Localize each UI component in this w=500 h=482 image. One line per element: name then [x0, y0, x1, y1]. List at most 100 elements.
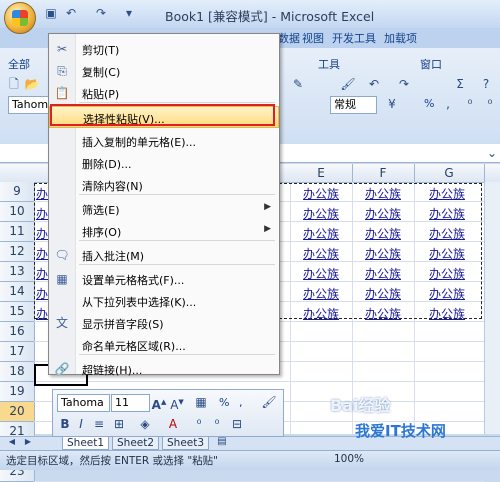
menu-item-label: 筛选(E) — [82, 204, 120, 217]
row-header[interactable]: 19 — [0, 382, 35, 402]
row-header[interactable]: 11 — [0, 222, 35, 242]
row-header[interactable]: 13 — [0, 262, 35, 282]
open-icon[interactable]: 📂 — [24, 76, 40, 92]
font-color-icon[interactable]: A — [165, 416, 181, 432]
row-header[interactable]: 17 — [0, 342, 35, 362]
tab-data[interactable]: 数据 — [278, 31, 300, 47]
menu-separator — [79, 194, 275, 195]
decrease-decimal-mini-icon[interactable]: ⁰ — [209, 416, 225, 432]
expand-formula-icon[interactable]: ⌄ — [484, 145, 500, 161]
increase-decimal-icon[interactable]: ⁰ — [462, 96, 478, 112]
zoom-level[interactable]: 100% — [334, 453, 364, 465]
menu-separator — [79, 102, 275, 103]
menu-item[interactable]: 🗨 插入批注(M) — [49, 244, 279, 266]
row-header[interactable]: 9 — [0, 182, 35, 202]
undo-ribbon-icon[interactable]: ↶ — [366, 76, 382, 92]
sheet-nav-next-icon[interactable]: ▶ — [20, 436, 36, 448]
row-header[interactable]: 16 — [0, 322, 35, 342]
sum-icon[interactable]: Σ — [452, 76, 468, 92]
column-header-g[interactable]: G — [414, 164, 485, 182]
row-header[interactable]: 15 — [0, 302, 35, 322]
qat-customize-icon[interactable]: ▾ — [122, 6, 136, 20]
tab-developer[interactable]: 开发工具 — [332, 31, 376, 47]
row-header[interactable]: 18 — [0, 362, 35, 382]
save-icon[interactable]: ▣ — [44, 6, 58, 20]
menu-item[interactable]: 删除(D)... — [49, 152, 279, 174]
sheet-tab-3[interactable]: Sheet3 — [162, 437, 210, 450]
row-header[interactable]: 14 — [0, 282, 35, 302]
window-menu[interactable]: 窗口 — [420, 56, 442, 72]
new-doc-icon[interactable]: 🗋 — [6, 76, 22, 92]
hyperlink-icon: 🔗 — [54, 362, 70, 376]
column-header-e[interactable]: E — [290, 164, 353, 182]
all-menu[interactable]: 全部 — [8, 56, 30, 72]
mini-painter-icon[interactable]: 🖌 — [261, 394, 277, 410]
mini-size-box[interactable]: 11 — [111, 394, 150, 412]
row-header[interactable]: 12 — [0, 242, 35, 262]
paste-icon: 📋 — [54, 86, 70, 100]
increase-decimal-mini-icon[interactable]: ⁰ — [191, 416, 207, 432]
insert-sheet-icon[interactable]: ▤ — [214, 436, 230, 448]
bold-icon[interactable]: B — [57, 416, 73, 432]
sheet-tab-1[interactable]: Sheet1 — [62, 437, 110, 450]
mini-font-box[interactable]: Tahoma — [57, 394, 110, 412]
currency-icon[interactable]: ¥ — [384, 96, 400, 112]
menu-item-label: 设置单元格格式(F)... — [82, 274, 185, 287]
phonetic-icon: 文 — [55, 316, 68, 330]
menu-item-label: 超链接(H)... — [82, 364, 143, 377]
menu-item-label: 复制(C) — [82, 66, 121, 79]
italic-icon[interactable]: I — [73, 416, 89, 432]
shrink-font-icon[interactable]: A▼ — [169, 394, 185, 412]
fill-color-icon[interactable]: ◈ — [137, 416, 153, 432]
undo-icon[interactable]: ↶ — [64, 6, 78, 20]
redo-icon[interactable]: ↷ — [94, 6, 108, 20]
menu-item-label: 删除(D)... — [82, 158, 132, 171]
mini-comma-button[interactable]: , — [239, 396, 243, 409]
menu-item[interactable]: 筛选(E) ▶ — [49, 198, 279, 220]
sheet-nav-first-icon[interactable]: ◀ — [4, 436, 20, 448]
menu-item[interactable]: ✂ 剪切(T) — [49, 38, 279, 60]
menu-item[interactable]: 清除内容(N) — [49, 174, 279, 196]
brush-icon[interactable]: 🖌 — [340, 76, 356, 92]
highlight-annotation — [50, 104, 275, 126]
menu-item-label: 从下拉列表中选择(K)... — [82, 296, 197, 309]
merge-icon[interactable]: ⊟ — [229, 416, 245, 432]
percent-button[interactable]: % — [424, 97, 434, 110]
vertical-scrollbar[interactable] — [484, 182, 500, 434]
menu-item[interactable]: 🔗 超链接(H)... — [49, 358, 279, 380]
format-icon[interactable]: ▦ — [193, 394, 209, 410]
sheet-tab-2[interactable]: Sheet2 — [112, 437, 160, 450]
grid-line — [34, 381, 484, 382]
menu-item-label: 命名单元格区域(R)... — [82, 340, 186, 353]
menu-item[interactable]: 排序(O) ▶ — [49, 220, 279, 242]
row-header[interactable]: 20 — [0, 402, 35, 422]
help-icon[interactable]: ? — [478, 76, 494, 92]
menu-item-label: 插入复制的单元格(E)... — [82, 136, 197, 149]
menu-item[interactable]: 命名单元格区域(R)... — [49, 334, 279, 356]
window-title: Book1 [兼容模式] - Microsoft Excel — [165, 9, 375, 24]
align-center-icon[interactable]: ≡ — [91, 416, 107, 432]
menu-item[interactable]: 插入复制的单元格(E)... — [49, 130, 279, 152]
mini-percent-button[interactable]: % — [219, 396, 229, 409]
watermark-site: 我爱IT技术网 — [355, 422, 446, 440]
menu-item[interactable]: ⎘ 复制(C) — [49, 60, 279, 82]
tab-addins[interactable]: 加载项 — [384, 31, 417, 47]
font-name-box[interactable]: Tahoma — [8, 96, 55, 114]
menu-item[interactable]: ▦ 设置单元格格式(F)... — [49, 268, 279, 290]
menu-item[interactable]: 从下拉列表中选择(K)... — [49, 290, 279, 312]
office-button[interactable] — [4, 2, 36, 34]
border-icon[interactable]: ⊞ — [111, 416, 127, 432]
decrease-decimal-icon[interactable]: ⁰ — [482, 96, 498, 112]
redo-ribbon-icon[interactable]: ↷ — [396, 76, 412, 92]
office-logo-icon — [12, 10, 28, 26]
comma-icon[interactable]: , — [440, 96, 456, 112]
grow-font-icon[interactable]: A▲ — [151, 394, 167, 412]
tab-view[interactable]: 视图 — [302, 31, 324, 47]
column-header-f[interactable]: F — [352, 164, 415, 182]
format-painter-icon[interactable]: ✎ — [290, 76, 306, 92]
tools-menu[interactable]: 工具 — [318, 56, 340, 72]
row-header[interactable]: 10 — [0, 202, 35, 222]
menu-item[interactable]: 文 显示拼音字段(S) — [49, 312, 279, 334]
number-format-box[interactable]: 常规 — [330, 96, 377, 114]
menu-item[interactable]: 📋 粘贴(P) — [49, 82, 279, 104]
